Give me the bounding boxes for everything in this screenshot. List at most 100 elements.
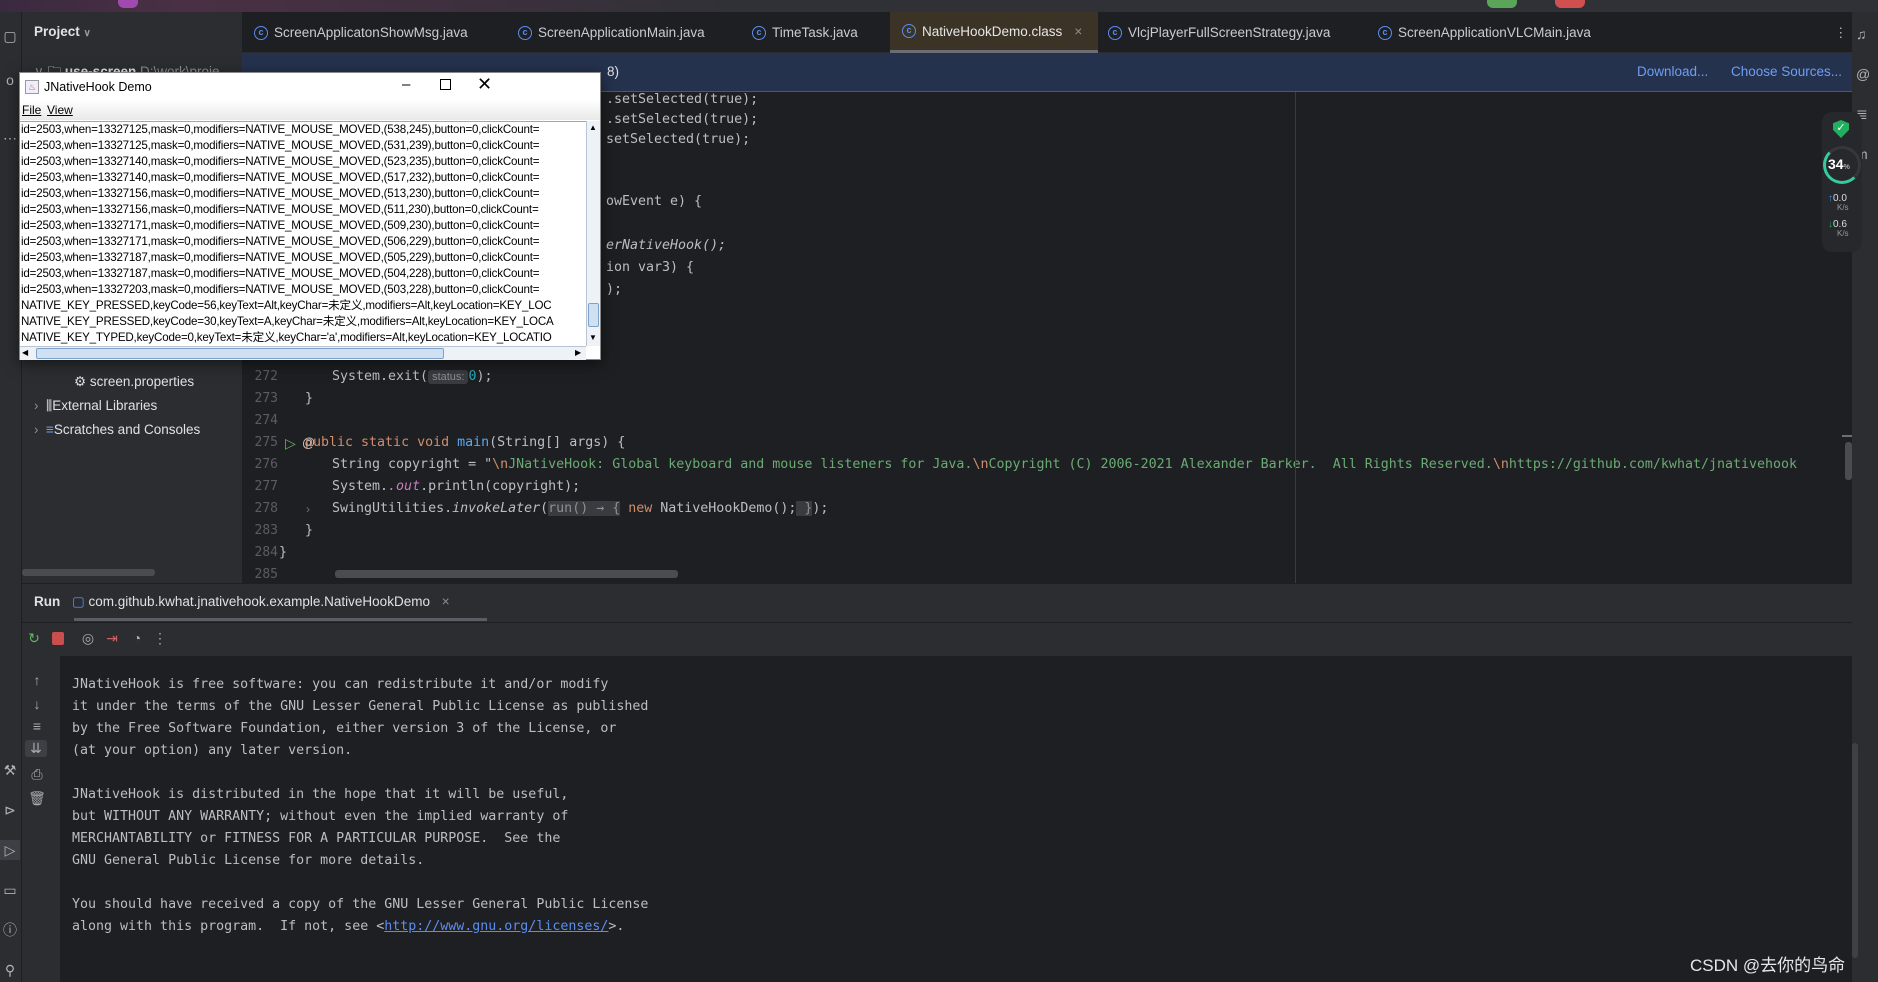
event-log-textarea[interactable]: id=2503,when=13327125,mask=0,modifiers=N… [20, 121, 586, 346]
choose-sources-link[interactable]: Choose Sources... [1731, 64, 1842, 79]
notifications-icon[interactable]: ♫ [1856, 26, 1867, 42]
console-output[interactable]: JNativeHook is free software: you can re… [60, 656, 1858, 982]
class-icon: c [1378, 25, 1392, 40]
editor-vscrollbar[interactable] [1845, 442, 1852, 480]
tab-screenapplicatonshowmsg[interactable]: c ScreenApplicatonShowMsg.java [254, 12, 468, 53]
code-line: SwingUtilities.invokeLater(run() → { new… [332, 501, 829, 516]
dialog-menu-bar: File View [20, 100, 600, 120]
commit-tool-icon[interactable]: o [0, 70, 20, 90]
red-indicator-icon [1555, 0, 1585, 8]
close-icon[interactable]: ✕ [477, 74, 492, 95]
console-line: GNU General Public License for more deta… [72, 853, 425, 868]
tab-label: ScreenApplicationVLCMain.java [1398, 25, 1591, 40]
maximize-icon[interactable] [440, 79, 451, 90]
tab-nativehookdemo[interactable]: c NativeHookDemo.class × [890, 12, 1098, 53]
git-tool-icon[interactable]: ⚲ [0, 960, 20, 980]
tree-item-external-libraries[interactable]: › ⫼External Libraries [34, 398, 157, 414]
project-header-label: Project [34, 24, 80, 39]
scroll-up-icon[interactable]: ▲ [589, 123, 597, 132]
log-row: id=2503,when=13327140,mask=0,modifiers=N… [21, 171, 540, 184]
active-tab-underline [74, 618, 487, 621]
exit-icon[interactable]: ⇥ [102, 630, 122, 647]
project-hscrollbar[interactable] [22, 569, 155, 576]
trash-icon[interactable]: 🗑 [27, 790, 47, 807]
license-link[interactable]: http://www.gnu.org/licenses/ [384, 919, 608, 934]
stop-icon[interactable] [52, 632, 64, 645]
class-icon: c [518, 25, 532, 40]
arrow-down-icon[interactable]: ↓ [27, 696, 47, 712]
scroll-right-icon[interactable]: ▶ [575, 348, 581, 357]
java-app-icon: ♨ [25, 79, 39, 94]
scroll-left-icon[interactable]: ◀ [22, 348, 28, 357]
soft-wrap-icon[interactable]: ≡ [27, 718, 47, 734]
code-line: public static void main(String[] args) { [305, 435, 626, 450]
download-link[interactable]: Download... [1637, 64, 1708, 79]
editor-hscrollbar[interactable] [335, 570, 678, 578]
terminal-tool-icon[interactable]: ▭ [0, 880, 20, 900]
run-gutter-icon[interactable]: ▷ [285, 432, 296, 454]
log-row: id=2503,when=13327156,mask=0,modifiers=N… [21, 187, 540, 200]
more-tools-icon[interactable]: ⋯ [0, 128, 20, 148]
scroll-marker [1842, 435, 1852, 437]
tab-screenapplicationvlcmain[interactable]: c ScreenApplicationVLCMain.java [1378, 12, 1591, 53]
hscroll-thumb[interactable] [36, 348, 444, 359]
services-tool-icon[interactable]: ⊳ [0, 800, 20, 820]
code-line: System.exit(status: 0); [332, 369, 493, 384]
run-config-tab[interactable]: ▢ com.github.kwhat.jnativehook.example.N… [72, 594, 450, 610]
tree-item-scratches[interactable]: › ≡Scratches and Consoles [34, 422, 200, 437]
log-row: id=2503,when=13327125,mask=0,modifiers=N… [21, 139, 540, 152]
scroll-down-icon[interactable]: ▼ [589, 333, 597, 342]
log-row: id=2503,when=13327203,mask=0,modifiers=N… [21, 283, 540, 296]
close-tab-icon[interactable]: × [442, 594, 450, 609]
profiler-icon[interactable]: ◔ [127, 630, 147, 646]
gear-icon: ⚙ [74, 374, 87, 389]
tab-vlcjplayerfullscreenstrategy[interactable]: c VlcjPlayerFullScreenStrategy.java [1108, 12, 1330, 53]
download-speed: ↓0.6 K/s [1828, 219, 1849, 239]
project-header[interactable]: Project ∨ [34, 24, 91, 39]
console-line: You should have received a copy of the G… [72, 897, 649, 912]
rerun-icon[interactable]: ↻ [24, 630, 44, 647]
console-line: (at your option) any later version. [72, 743, 353, 758]
chevron-right-icon: › [34, 422, 39, 437]
tab-timetask[interactable]: c TimeTask.java [752, 12, 858, 53]
dialog-hscrollbar[interactable]: ◀ ▶ [20, 346, 586, 360]
code-line: String copyright = "\nJNativeHook: Globa… [332, 457, 1798, 472]
run-tool-icon[interactable]: ▷ [0, 840, 20, 860]
print-icon[interactable]: ⎙ [27, 766, 47, 783]
more-tabs-icon[interactable]: ⋮ [1834, 12, 1848, 53]
problems-tool-icon[interactable]: ⓘ [0, 920, 20, 940]
ai-assistant-icon[interactable]: @ [1856, 66, 1870, 82]
build-tool-icon[interactable]: ⚒ [0, 760, 20, 780]
close-tab-icon[interactable]: × [1074, 24, 1082, 39]
csdn-watermark: CSDN @去你的鸟命 [1690, 956, 1846, 975]
tree-item-label: External Libraries [52, 398, 158, 413]
arrow-up-icon[interactable]: ↑ [27, 672, 47, 688]
menu-view[interactable]: View [47, 103, 73, 117]
app-icon [118, 0, 138, 8]
screenshot-icon[interactable]: ◎ [78, 630, 98, 647]
console-vscrollbar[interactable] [1852, 743, 1858, 958]
vscroll-thumb[interactable] [588, 303, 599, 327]
dialog-title-bar[interactable]: ♨ JNativeHook Demo – ✕ [20, 73, 600, 100]
line-number: 284 [254, 545, 278, 560]
code-fragment: ion var3) { [606, 260, 695, 275]
more-options-icon[interactable]: ⋮ [150, 630, 170, 647]
green-indicator-icon [1487, 0, 1517, 8]
line-number: 276 [254, 457, 278, 472]
dialog-vscrollbar[interactable]: ▲ ▼ [586, 121, 600, 346]
run-panel-title: Run [34, 594, 61, 609]
log-row: id=2503,when=13327171,mask=0,modifiers=N… [21, 235, 540, 248]
scroll-to-end-icon[interactable]: ⇊ [25, 740, 47, 757]
tab-screenapplicationmain[interactable]: c ScreenApplicationMain.java [518, 12, 705, 53]
log-row: NATIVE_KEY_TYPED,keyCode=0,keyText=未定义,k… [21, 331, 552, 344]
line-number: 283 [254, 523, 278, 538]
folded-lambda[interactable]: run() → { [548, 501, 621, 516]
tree-item-screen-properties[interactable]: ⚙ screen.properties [74, 374, 194, 390]
minimize-icon[interactable]: – [402, 76, 410, 93]
right-margin-guide [1295, 92, 1296, 583]
fold-chevron-icon[interactable]: › [306, 498, 310, 520]
code-line: } [305, 391, 314, 406]
menu-file[interactable]: File [22, 103, 41, 117]
project-tool-icon[interactable]: ▢ [0, 26, 20, 46]
console-line: MERCHANTABILITY or FITNESS FOR A PARTICU… [72, 831, 561, 846]
